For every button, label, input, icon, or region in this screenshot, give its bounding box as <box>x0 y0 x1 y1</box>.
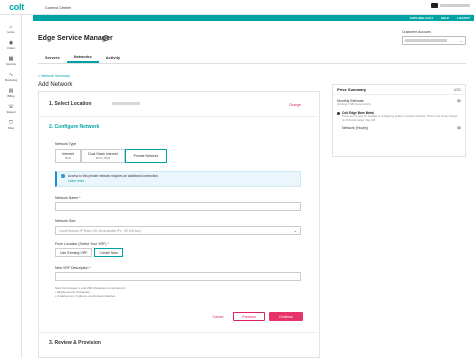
bullet-icon <box>337 111 340 115</box>
sidebar-item-label: Billing <box>7 94 15 98</box>
customer-account-select[interactable]: ⌄ <box>402 36 466 45</box>
option-sublabel: IPv4 | IPv6 <box>95 156 111 160</box>
monitoring-icon: ∿ <box>8 71 14 78</box>
sidebar-item-label: Shop <box>7 126 15 130</box>
tab-servers[interactable]: Servers <box>38 52 67 63</box>
info-alert: i Access to this private network require… <box>55 171 301 187</box>
sidebar-item-services[interactable]: ▦ Services <box>0 53 22 69</box>
divider <box>39 332 321 333</box>
wizard-buttons: Cancel Previous Continue <box>206 312 303 321</box>
customer-account-value <box>405 39 447 42</box>
orders-icon: ◉ <box>8 39 14 46</box>
explore-colt-link[interactable]: EXPLORE COLT <box>410 16 433 20</box>
sidebar-item-label: Monitoring <box>4 78 18 82</box>
add-network-wizard: 1. Select Location Change 2. Configure N… <box>38 91 321 358</box>
user-menu[interactable] <box>431 3 470 8</box>
cancel-button[interactable]: Cancel <box>206 315 229 319</box>
step-review-provision: 3. Review & Provision <box>49 340 101 346</box>
network-size-label: Network Size <box>55 219 76 223</box>
currency-label: USD <box>453 87 461 92</box>
network-size-value: Local Network IP Block /28 (All Availabl… <box>59 228 142 233</box>
flag-icon <box>431 3 438 8</box>
vrf-options: Use Existing VRF Create New <box>55 248 123 257</box>
network-type-options: Internet IPv4 Dual Stack Internet IPv4 |… <box>55 149 167 163</box>
divider <box>39 116 321 117</box>
chevron-down-icon: ⌄ <box>293 228 297 233</box>
step-label: 3. Review & Provision <box>49 340 101 346</box>
section-title: Add Network <box>38 82 73 88</box>
step-select-location: 1. Select Location <box>49 101 140 107</box>
sidebar: ⌂ Home ◉ Orders ▦ Services ∿ Monitoring … <box>0 15 22 358</box>
step-label: 2. Configure Network <box>49 124 100 130</box>
tab-networks[interactable]: Networks <box>66 52 99 63</box>
network-name-label: Network Name * <box>55 196 81 200</box>
sidebar-item-label: Orders <box>7 46 15 50</box>
user-name <box>440 4 470 7</box>
sidebar-item-label: Home <box>7 30 15 34</box>
sidebar-item-monitoring[interactable]: ∿ Monitoring <box>0 69 22 85</box>
app-title: Control Center <box>45 4 72 10</box>
price-item-note: There are no fees for building or config… <box>342 115 458 122</box>
monthly-estimate-note: (30 days / 720 hours/month) <box>337 103 371 106</box>
info-text: Access to this private network requires … <box>68 174 159 178</box>
network-type-label: Network Type <box>55 142 77 146</box>
continue-button[interactable]: Continue <box>268 312 303 321</box>
info-icon: i <box>61 174 65 178</box>
help-link[interactable]: HELP <box>441 16 449 20</box>
learn-more-link[interactable]: Learn more <box>68 179 159 184</box>
new-vrf-description-label: New VRF Description * <box>55 266 91 270</box>
home-icon: ⌂ <box>9 23 13 30</box>
step-label: 1. Select Location <box>49 101 92 107</box>
services-icon: ▦ <box>8 55 14 62</box>
network-type-dual-stack[interactable]: Dual Stack Internet IPv4 | IPv6 <box>81 149 125 163</box>
network-type-private[interactable]: Private Network <box>125 149 167 163</box>
network-hourly-row: Network (Hourly) $0 <box>333 126 465 130</box>
step-configure-network: 2. Configure Network <box>49 124 99 130</box>
sidebar-item-orders[interactable]: ◉ Orders <box>0 37 22 53</box>
network-hourly-label: Network (Hourly) <box>342 126 369 130</box>
chevron-down-icon: ⌄ <box>459 38 463 43</box>
shop-icon: ⛉ <box>9 119 13 126</box>
network-size-select[interactable]: Local Network IP Block /28 (All Availabl… <box>55 226 301 235</box>
use-existing-vrf-option[interactable]: Use Existing VRF <box>55 248 93 257</box>
network-name-input[interactable] <box>55 202 301 211</box>
top-bar: colt Control Center <box>0 0 474 15</box>
change-location-link[interactable]: Change <box>289 103 301 107</box>
utility-nav: EXPLORE COLT HELP LOGOUT <box>33 15 474 21</box>
option-sublabel: IPv4 <box>64 156 71 160</box>
sidebar-item-billing[interactable]: ▤ Billing <box>0 85 22 101</box>
vrf-description-rules: Must be between 1 and 200 characters com… <box>55 286 126 298</box>
colt-logo[interactable]: colt <box>0 2 33 12</box>
rule-text: • Underscores, hyphens, and forward slas… <box>55 294 116 298</box>
help-icon[interactable]: ? <box>103 35 109 41</box>
network-summary-link[interactable]: < Network Summary <box>38 74 70 78</box>
network-type-internet[interactable]: Internet IPv4 <box>55 149 81 163</box>
network-hourly-value: $0 <box>457 126 461 130</box>
selected-location-value <box>111 102 140 106</box>
monthly-estimate-value: $0 <box>457 99 461 103</box>
sidebar-item-label: Support <box>6 110 16 114</box>
tab-bar: Servers Networks Activity <box>38 52 466 64</box>
sidebar-item-shop[interactable]: ⛉ Shop <box>0 117 22 133</box>
tab-activity[interactable]: Activity <box>99 52 127 63</box>
logout-link[interactable]: LOGOUT <box>457 16 470 20</box>
sidebar-item-label: Services <box>6 62 16 66</box>
page-title: Edge Service Manager <box>38 35 113 42</box>
option-label: Private Network <box>133 154 159 158</box>
create-new-vrf-option[interactable]: Create New <box>94 248 123 257</box>
price-summary-title: Price Summary <box>337 87 367 92</box>
sidebar-item-home[interactable]: ⌂ Home <box>0 21 22 37</box>
customer-account-label: Customer Account <box>402 30 431 34</box>
previous-button[interactable]: Previous <box>233 312 265 321</box>
support-icon: ☏ <box>8 103 15 110</box>
from-location-label: From Location (Select Your VRF) * <box>55 242 109 246</box>
new-vrf-description-input[interactable] <box>55 272 301 281</box>
sidebar-item-support[interactable]: ☏ Support <box>0 101 22 117</box>
price-summary-card: Price Summary USD Monthly Estimate $0 (3… <box>332 84 466 157</box>
price-summary-header: Price Summary USD <box>333 85 465 95</box>
billing-icon: ▤ <box>8 87 14 94</box>
